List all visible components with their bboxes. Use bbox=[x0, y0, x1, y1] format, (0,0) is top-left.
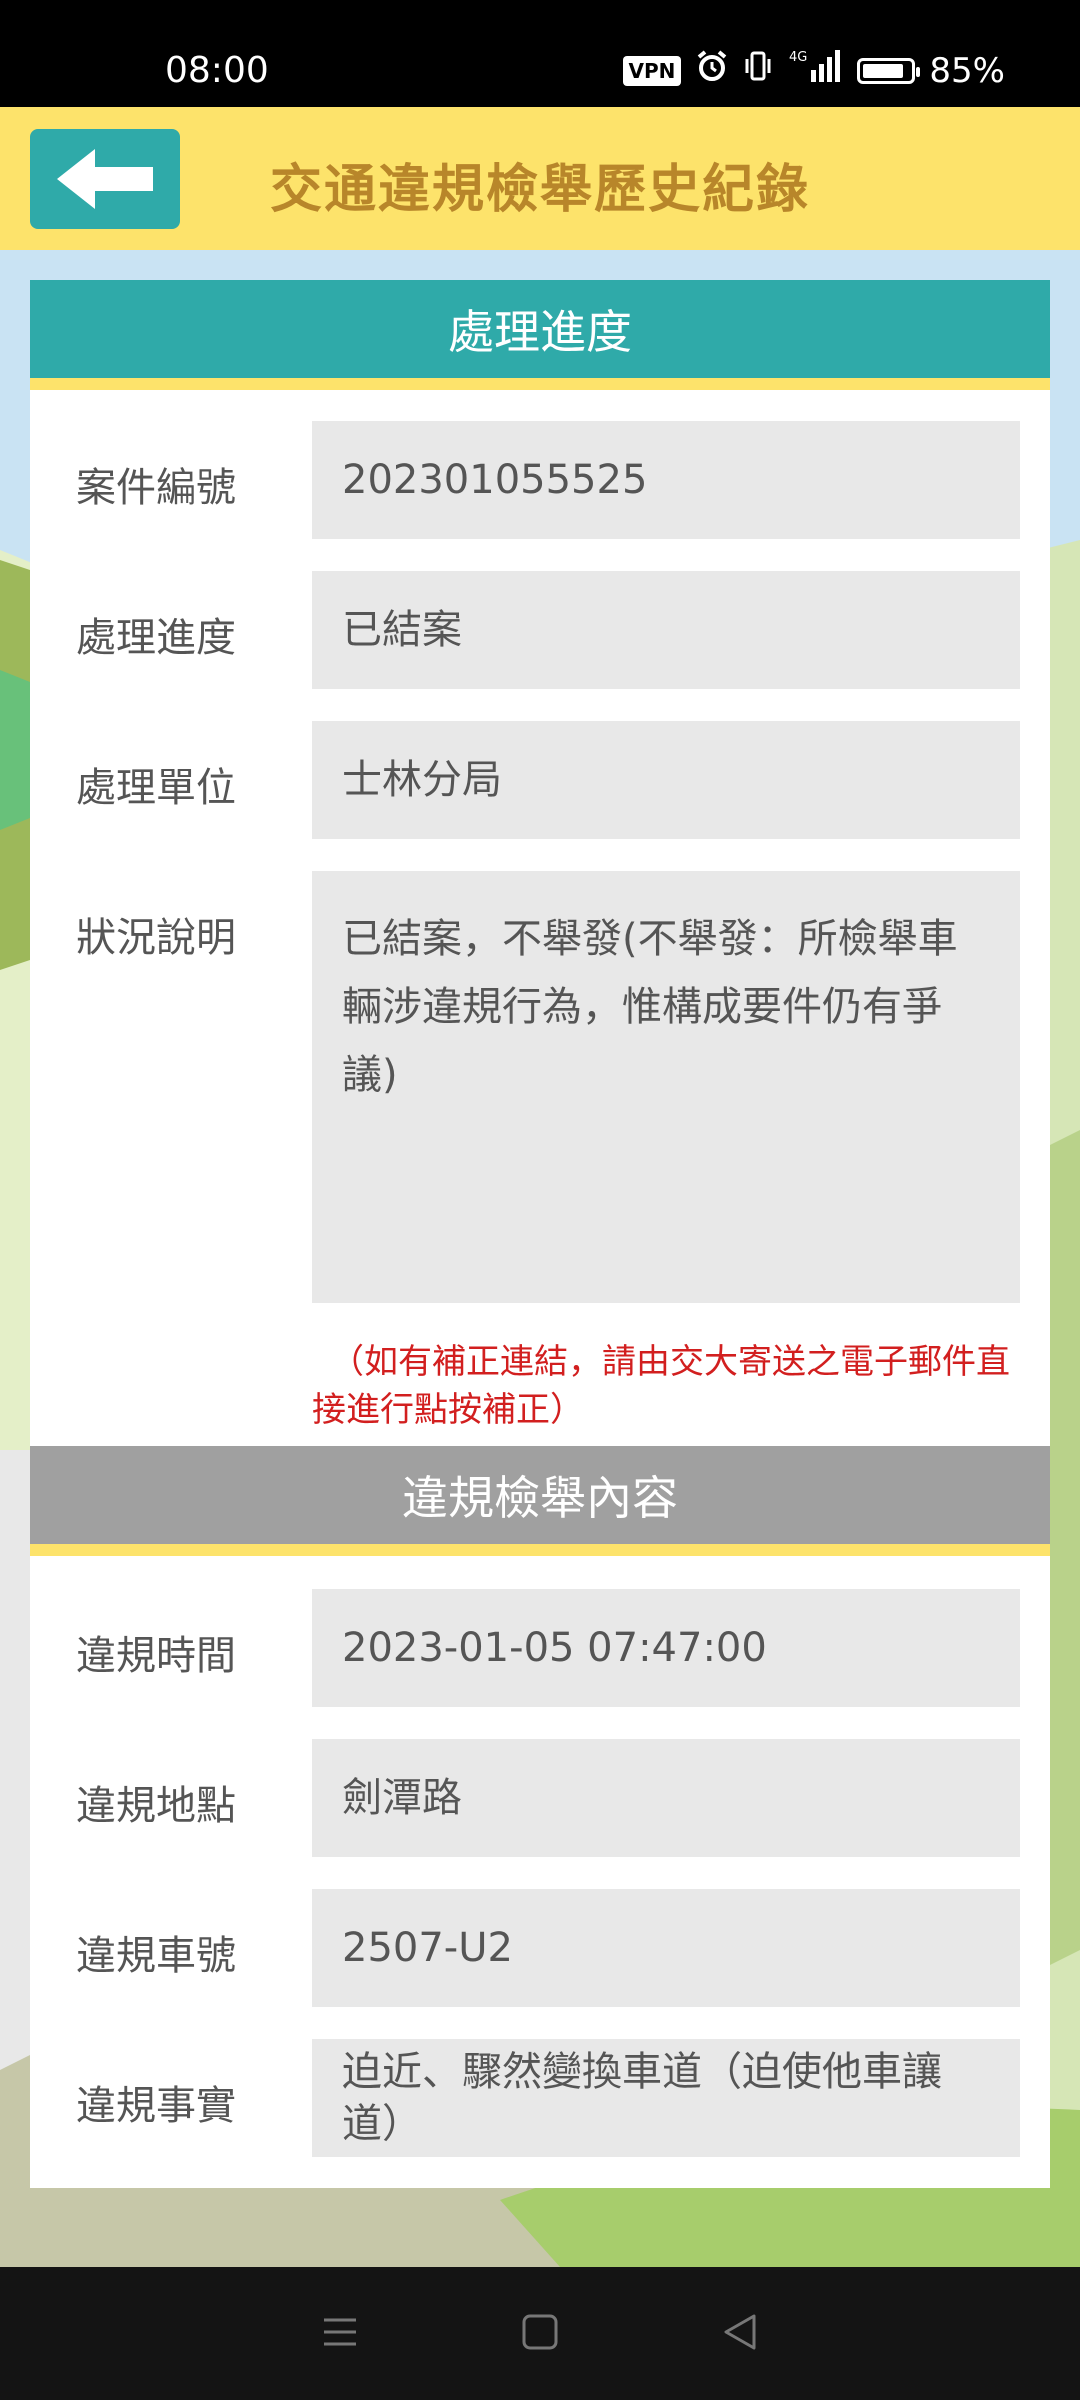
home-icon[interactable] bbox=[520, 2312, 560, 2356]
back-button[interactable] bbox=[30, 129, 180, 229]
label-case-number: 案件編號 bbox=[76, 465, 236, 511]
vibrate-icon bbox=[743, 49, 773, 92]
status-bar: 08:00 VPN 4G 85% bbox=[0, 0, 1080, 107]
signal-icon: 4G bbox=[787, 48, 843, 93]
vpn-icon: VPN bbox=[622, 55, 682, 86]
label-progress: 處理進度 bbox=[76, 615, 236, 661]
label-status-description: 狀況說明 bbox=[76, 915, 236, 961]
value-status-description: 已結案，不舉發(不舉發：所檢舉車輛涉違規行為，惟構成要件仍有爭議) bbox=[312, 871, 1020, 1303]
page-title: 交通違規檢舉歷史紀錄 bbox=[270, 160, 811, 220]
correction-note: （如有補正連結，請由交大寄送之電子郵件直接進行點按補正） bbox=[312, 1342, 1010, 1430]
navigation-bar bbox=[0, 2267, 1080, 2400]
network-type: 4G bbox=[789, 50, 807, 65]
status-time: 08:00 bbox=[165, 50, 269, 91]
menu-icon[interactable] bbox=[320, 2312, 360, 2356]
value-violation-time: 2023-01-05 07:47:00 bbox=[312, 1589, 1020, 1707]
label-unit: 處理單位 bbox=[76, 765, 236, 811]
section-header-progress: 處理進度 bbox=[30, 280, 1050, 390]
value-violation-location: 劍潭路 bbox=[312, 1739, 1020, 1857]
case-card: 處理進度 案件編號 202301055525 處理進度 已結案 處理單位 士林分… bbox=[30, 280, 1050, 2188]
status-icons: VPN 4G 85% bbox=[622, 48, 1005, 93]
alarm-icon bbox=[695, 49, 729, 92]
value-case-number: 202301055525 bbox=[312, 421, 1020, 539]
value-progress: 已結案 bbox=[312, 571, 1020, 689]
battery-text: 85% bbox=[929, 50, 1005, 91]
value-unit: 士林分局 bbox=[312, 721, 1020, 839]
back-triangle-icon[interactable] bbox=[720, 2312, 760, 2356]
label-plate-number: 違規車號 bbox=[76, 1933, 236, 1979]
label-violation-location: 違規地點 bbox=[76, 1783, 236, 1829]
label-violation-fact: 違規事實 bbox=[76, 2083, 236, 2129]
value-plate-number: 2507-U2 bbox=[312, 1889, 1020, 2007]
app-header: 交通違規檢舉歷史紀錄 bbox=[0, 107, 1080, 250]
value-violation-fact: 迫近、驟然變換車道（迫使他車讓道） bbox=[312, 2039, 1020, 2157]
arrow-left-icon bbox=[57, 149, 153, 209]
section-header-content: 違規檢舉內容 bbox=[30, 1446, 1050, 1556]
battery-icon bbox=[857, 57, 921, 84]
label-violation-time: 違規時間 bbox=[76, 1633, 236, 1679]
